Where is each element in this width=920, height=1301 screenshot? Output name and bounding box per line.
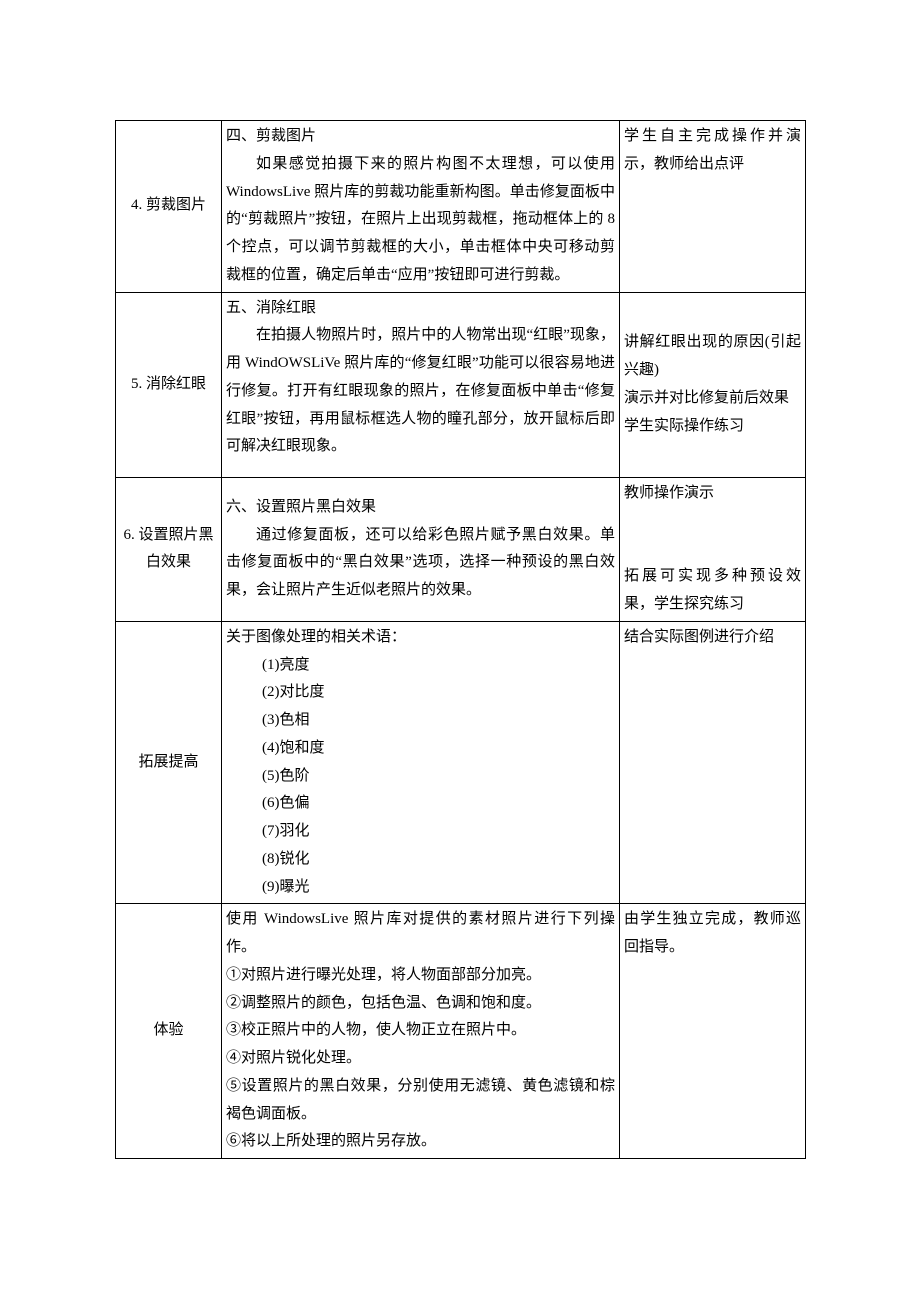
lesson-table: 4. 剪裁图片 四、剪裁图片 如果感觉拍摄下来的照片构图不太理想，可以使用 Wi… [115, 120, 806, 1159]
content-body: 通过修复面板，还可以给彩色照片赋予黑白效果。单击修复面板中的“黑白效果”选项，选… [226, 522, 615, 605]
content-heading: 关于图像处理的相关术语： [226, 624, 615, 652]
table-row: 4. 剪裁图片 四、剪裁图片 如果感觉拍摄下来的照片构图不太理想，可以使用 Wi… [116, 121, 806, 293]
table-row: 体验 使用 WindowsLive 照片库对提供的素材照片进行下列操作。 ①对照… [116, 904, 806, 1159]
row-label: 体验 [116, 904, 222, 1159]
row-content: 四、剪裁图片 如果感觉拍摄下来的照片构图不太理想，可以使用 WindowsLiv… [222, 121, 620, 293]
table-row: 5. 消除红眼 五、消除红眼 在拍摄人物照片时，照片中的人物常出现“红眼”现象，… [116, 292, 806, 478]
row-note: 学生自主完成操作并演示，教师给出点评 [620, 121, 806, 293]
term-list: (1)亮度 (2)对比度 (3)色相 (4)饱和度 (5)色阶 (6)色偏 (7… [226, 652, 615, 902]
row-note: 结合实际图例进行介绍 [620, 621, 806, 904]
row-content: 使用 WindowsLive 照片库对提供的素材照片进行下列操作。 ①对照片进行… [222, 904, 620, 1159]
list-item: (4)饱和度 [262, 735, 615, 763]
row-label: 拓展提高 [116, 621, 222, 904]
row-content: 五、消除红眼 在拍摄人物照片时，照片中的人物常出现“红眼”现象，用 WindOW… [222, 292, 620, 478]
content-heading: 四、剪裁图片 [226, 123, 615, 151]
list-item: (1)亮度 [262, 652, 615, 680]
content-line: ④对照片锐化处理。 [226, 1045, 615, 1073]
list-item: (2)对比度 [262, 679, 615, 707]
row-note: 由学生独立完成，教师巡回指导。 [620, 904, 806, 1159]
table-row: 6. 设置照片黑白效果 六、设置照片黑白效果 通过修复面板，还可以给彩色照片赋予… [116, 478, 806, 622]
content-line: ⑤设置照片的黑白效果，分别使用无滤镜、黄色滤镜和棕褐色调面板。 [226, 1073, 615, 1129]
list-item: (7)羽化 [262, 818, 615, 846]
row-note: 讲解红眼出现的原因(引起兴趣) 演示并对比修复前后效果 学生实际操作练习 [620, 292, 806, 478]
content-line: ③校正照片中的人物，使人物正立在照片中。 [226, 1017, 615, 1045]
row-label: 5. 消除红眼 [116, 292, 222, 478]
row-content: 关于图像处理的相关术语： (1)亮度 (2)对比度 (3)色相 (4)饱和度 (… [222, 621, 620, 904]
content-heading: 五、消除红眼 [226, 295, 615, 323]
list-item: (5)色阶 [262, 763, 615, 791]
content-line: ②调整照片的颜色，包括色温、色调和饱和度。 [226, 990, 615, 1018]
content-line: ①对照片进行曝光处理，将人物面部部分加亮。 [226, 962, 615, 990]
row-note: 教师操作演示 拓展可实现多种预设效果，学生探究练习 [620, 478, 806, 622]
content-body: 在拍摄人物照片时，照片中的人物常出现“红眼”现象，用 WindOWSLiVe 照… [226, 322, 615, 461]
content-line: ⑥将以上所处理的照片另存放。 [226, 1128, 615, 1156]
list-item: (3)色相 [262, 707, 615, 735]
content-line: 使用 WindowsLive 照片库对提供的素材照片进行下列操作。 [226, 906, 615, 962]
row-content: 六、设置照片黑白效果 通过修复面板，还可以给彩色照片赋予黑白效果。单击修复面板中… [222, 478, 620, 622]
table-row: 拓展提高 关于图像处理的相关术语： (1)亮度 (2)对比度 (3)色相 (4)… [116, 621, 806, 904]
document-page: 4. 剪裁图片 四、剪裁图片 如果感觉拍摄下来的照片构图不太理想，可以使用 Wi… [0, 0, 920, 1199]
row-label: 4. 剪裁图片 [116, 121, 222, 293]
list-item: (8)锐化 [262, 846, 615, 874]
list-item: (9)曝光 [262, 874, 615, 902]
row-label: 6. 设置照片黑白效果 [116, 478, 222, 622]
content-body: 如果感觉拍摄下来的照片构图不太理想，可以使用 WindowsLive 照片库的剪… [226, 151, 615, 290]
content-heading: 六、设置照片黑白效果 [226, 494, 615, 522]
list-item: (6)色偏 [262, 790, 615, 818]
